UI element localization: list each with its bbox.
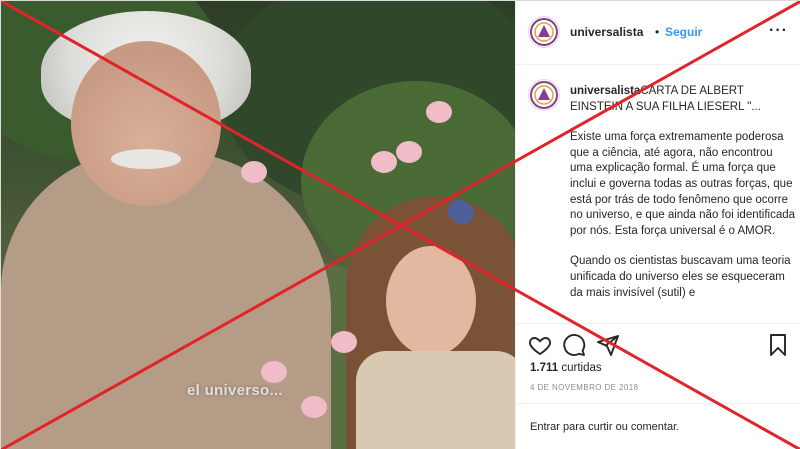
post-sidebar: universalista • Seguir ··· universalista… (515, 1, 800, 449)
post-photo[interactable]: el universo... (1, 1, 515, 449)
universalista-logo-icon (530, 81, 558, 109)
flower (396, 141, 422, 163)
man-head (71, 41, 221, 206)
post-caption: universalistaCARTA DE ALBERT EINSTEIN A … (570, 84, 796, 301)
comment-box: Entrar para curtir ou comentar. (516, 403, 800, 449)
flower (426, 101, 452, 123)
likes-label: curtidas (558, 362, 602, 374)
post-header: universalista • Seguir ··· (516, 1, 800, 65)
avatar[interactable] (528, 16, 560, 48)
instagram-post: el universo... universalista • Seguir ··… (0, 0, 800, 449)
caption-paragraph: Existe uma força extremamente poderosa q… (570, 131, 799, 237)
caption-paragraph: universalistaCARTA DE ALBERT EINSTEIN A … (570, 84, 796, 115)
username[interactable]: universalista (570, 25, 643, 39)
flower (331, 331, 357, 353)
likes-number: 1.711 (530, 362, 559, 374)
share-icon[interactable] (596, 333, 620, 357)
caption-username[interactable]: universalista (570, 85, 640, 97)
girl-face (386, 246, 476, 356)
flower (241, 161, 267, 183)
likes-count[interactable]: 1.711 curtidas (530, 362, 602, 374)
separator-dot: • (655, 25, 660, 39)
avatar[interactable] (528, 79, 560, 111)
action-bar (516, 323, 800, 363)
universalista-logo-icon (530, 18, 558, 46)
girl-dress (356, 351, 515, 449)
comment-prompt: Entrar para curtir ou comentar. (530, 421, 679, 433)
login-link[interactable]: Entrar (530, 421, 560, 433)
flower (261, 361, 287, 383)
heart-icon[interactable] (528, 333, 552, 357)
bookmark-icon[interactable] (766, 333, 790, 357)
comment-icon[interactable] (562, 333, 586, 357)
comments-area[interactable]: universalistaCARTA DE ALBERT EINSTEIN A … (516, 65, 800, 323)
comment-prompt-text: para curtir ou comentar. (559, 421, 680, 433)
post-date[interactable]: 4 DE NOVEMBRO DE 2018 (530, 383, 638, 392)
photo-caption: el universo... (187, 382, 283, 399)
flower (301, 396, 327, 418)
man-moustache (111, 149, 181, 169)
flower (371, 151, 397, 173)
more-options-icon[interactable]: ··· (769, 22, 788, 40)
caption-paragraph: Quando os cientistas buscavam uma teoria… (570, 255, 794, 299)
follow-button[interactable]: Seguir (665, 25, 702, 39)
